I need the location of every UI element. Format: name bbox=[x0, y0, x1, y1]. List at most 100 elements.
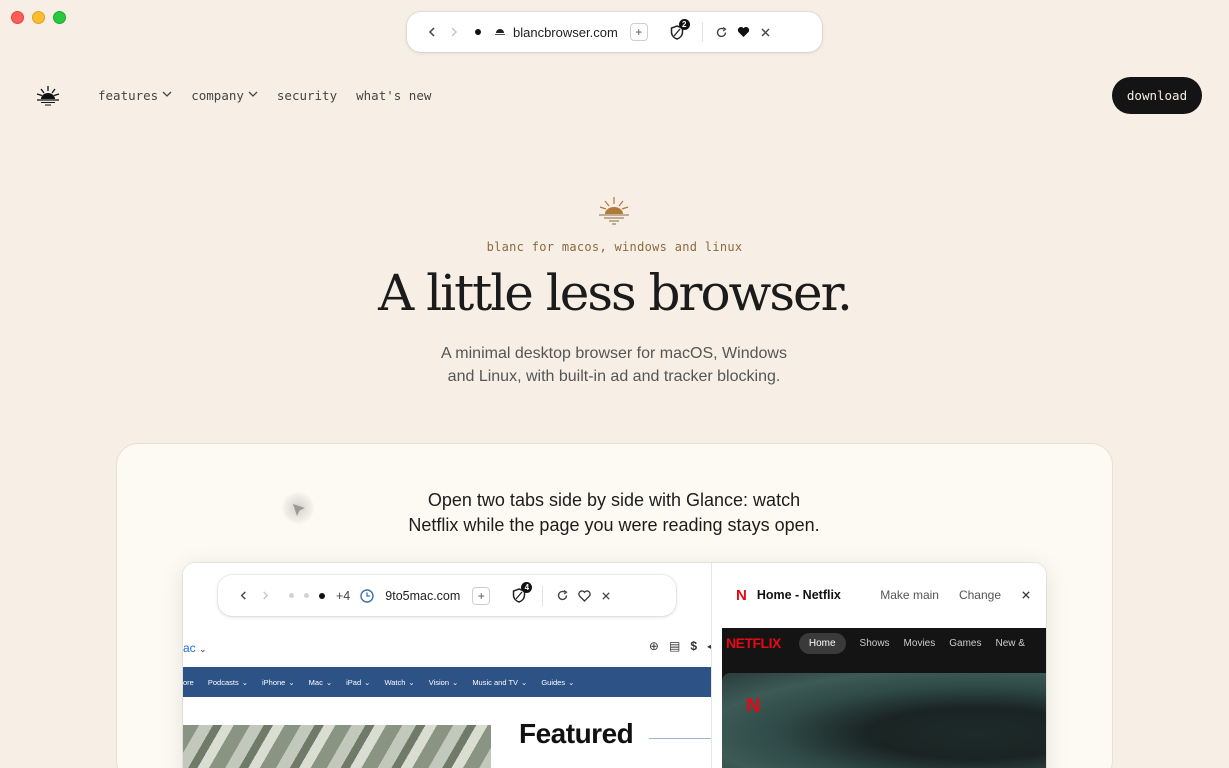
site-nav-item-label: Mac bbox=[308, 677, 323, 687]
maximize-window-button[interactable] bbox=[53, 11, 66, 24]
toolbar-divider bbox=[701, 22, 703, 42]
blanc-logo-icon[interactable] bbox=[36, 84, 60, 108]
site-nav-item[interactable]: Vision ⌄ bbox=[429, 678, 459, 687]
glance-tab-pane: N Home - Netflix Make main Change NETFLI… bbox=[711, 563, 1046, 768]
chevron-down-icon: ⌄ bbox=[364, 677, 371, 687]
site-logo-text: ac bbox=[183, 641, 196, 655]
heart-icon[interactable] bbox=[733, 21, 755, 43]
active-tab-dot[interactable] bbox=[475, 29, 481, 35]
hero-title: A little less browser. bbox=[378, 264, 853, 322]
nav-whats-new[interactable]: what's new bbox=[356, 88, 431, 103]
site-nav-item-label: Podcasts bbox=[207, 677, 239, 687]
cursor-arrow-icon bbox=[293, 504, 305, 516]
article-image[interactable] bbox=[183, 725, 491, 768]
site-nav-item[interactable]: ore bbox=[183, 678, 194, 687]
chevron-down-icon: ⌄ bbox=[568, 677, 575, 687]
back-icon[interactable] bbox=[232, 585, 254, 607]
browser-demo-window: +4 9to5mac.com + 4 ac ⌄ ⊕ ▤ $ ore Podcas… bbox=[183, 563, 1046, 768]
heart-outline-icon[interactable] bbox=[573, 585, 595, 607]
site-nav-item[interactable]: iPhone ⌄ bbox=[262, 678, 295, 687]
back-icon[interactable] bbox=[421, 21, 443, 43]
netflix-hero-banner[interactable]: N bbox=[722, 673, 1046, 768]
extra-tabs-count[interactable]: +4 bbox=[336, 589, 350, 603]
site-nav-item[interactable]: iPad ⌄ bbox=[346, 678, 370, 687]
site-nav-item-label: iPad bbox=[346, 677, 362, 687]
close-window-button[interactable] bbox=[11, 11, 24, 24]
site-header: ac ⌄ ⊕ ▤ $ ◀ bbox=[183, 639, 711, 659]
site-nav-item-label: Music and TV bbox=[472, 677, 519, 687]
chevron-down-icon: ⌄ bbox=[241, 677, 248, 687]
netflix-logo[interactable]: NETFLIX bbox=[726, 635, 781, 651]
main-nav: features company security what's new bbox=[98, 88, 431, 103]
hero-description-line-2: and Linux, with built-in ad and tracker … bbox=[447, 367, 781, 385]
tab-dot[interactable] bbox=[289, 593, 294, 598]
chevron-down-icon: ⌄ bbox=[199, 644, 207, 654]
tracker-shield-button[interactable]: 2 bbox=[670, 18, 690, 40]
clock-icon bbox=[360, 588, 374, 603]
browser-url-bar: blancbrowser.com + 2 bbox=[407, 12, 822, 52]
netflix-nav: NETFLIX Home Shows Movies Games New & bbox=[722, 628, 1046, 658]
netflix-nav-home[interactable]: Home bbox=[798, 632, 846, 654]
reload-icon[interactable] bbox=[711, 21, 733, 43]
site-nav-item[interactable]: Guides ⌄ bbox=[541, 678, 574, 687]
demo-url-text[interactable]: 9to5mac.com bbox=[385, 589, 460, 603]
minimize-window-button[interactable] bbox=[32, 11, 45, 24]
forward-icon[interactable] bbox=[443, 21, 465, 43]
netflix-nav-shows[interactable]: Shows bbox=[860, 638, 890, 649]
forward-icon[interactable] bbox=[254, 585, 276, 607]
tracker-shield-button[interactable]: 4 bbox=[512, 582, 533, 603]
new-tab-button[interactable]: + bbox=[629, 23, 648, 41]
toolbar-divider bbox=[542, 585, 544, 606]
make-main-button[interactable]: Make main bbox=[880, 588, 939, 602]
demo-url-bar: +4 9to5mac.com + 4 bbox=[218, 575, 676, 616]
tab-dot[interactable] bbox=[304, 593, 309, 598]
chevron-down-icon bbox=[248, 90, 258, 101]
site-header-icons: ⊕ ▤ $ ◀ bbox=[649, 639, 711, 653]
chevron-down-icon: ⌄ bbox=[452, 677, 459, 687]
site-nav-bar: ore Podcasts ⌄ iPhone ⌄ Mac ⌄ iPad ⌄ Watch ⌄ … bbox=[183, 667, 711, 697]
tracker-count-badge: 2 bbox=[678, 18, 690, 30]
chat-icon[interactable]: ▤ bbox=[669, 639, 680, 653]
showcase-caption: Open two tabs side by side with Glance: … bbox=[360, 488, 868, 538]
add-circle-icon[interactable]: ⊕ bbox=[649, 639, 659, 653]
left-tab-pane: +4 9to5mac.com + 4 ac ⌄ ⊕ ▤ $ ore Podcas… bbox=[183, 563, 711, 768]
dollar-icon[interactable]: $ bbox=[690, 639, 697, 653]
site-nav-item[interactable]: Podcasts ⌄ bbox=[208, 678, 248, 687]
chevron-down-icon: ⌄ bbox=[288, 677, 295, 687]
close-tab-icon[interactable] bbox=[755, 21, 777, 43]
site-logo[interactable]: ac ⌄ bbox=[183, 641, 207, 655]
site-nav-item-label: Guides bbox=[541, 677, 566, 687]
change-button[interactable]: Change bbox=[959, 588, 1001, 602]
download-button[interactable]: download bbox=[1112, 77, 1202, 114]
close-tab-icon[interactable] bbox=[595, 585, 617, 607]
nav-company[interactable]: company bbox=[191, 88, 258, 103]
site-nav-item-label: Watch bbox=[384, 677, 406, 687]
netflix-nav-games[interactable]: Games bbox=[949, 638, 981, 649]
new-tab-button[interactable]: + bbox=[472, 586, 491, 605]
netflix-nav-new[interactable]: New & bbox=[995, 638, 1024, 649]
site-nav-item[interactable]: Music and TV ⌄ bbox=[472, 678, 527, 687]
url-text[interactable]: blancbrowser.com bbox=[513, 25, 618, 40]
sunrise-icon bbox=[599, 197, 629, 225]
site-favicon-icon bbox=[495, 27, 505, 37]
hero-eyebrow: blanc for macos, windows and linux bbox=[486, 240, 743, 254]
close-glance-icon[interactable] bbox=[1021, 590, 1031, 600]
site-nav-item-label: Vision bbox=[428, 677, 450, 687]
active-tab-dot[interactable] bbox=[319, 592, 325, 599]
hero-description-line-1: A minimal desktop browser for macOS, Win… bbox=[441, 345, 787, 362]
netflix-n-icon: N bbox=[746, 695, 761, 717]
featured-heading: Featured bbox=[519, 718, 634, 749]
nav-features-label: features bbox=[98, 88, 159, 103]
site-nav-item[interactable]: Watch ⌄ bbox=[384, 678, 414, 687]
nav-features[interactable]: features bbox=[98, 88, 172, 103]
chevron-down-icon: ⌄ bbox=[408, 677, 415, 687]
nav-security[interactable]: security bbox=[277, 88, 337, 103]
netflix-nav-movies[interactable]: Movies bbox=[904, 638, 936, 649]
reload-icon[interactable] bbox=[551, 585, 573, 607]
nav-company-label: company bbox=[191, 88, 244, 103]
chevron-down-icon bbox=[162, 90, 172, 101]
glance-header: N Home - Netflix Make main Change bbox=[712, 563, 1046, 627]
window-controls bbox=[11, 11, 66, 24]
hero-description: A minimal desktop browser for macOS, Win… bbox=[414, 343, 814, 388]
site-nav-item[interactable]: Mac ⌄ bbox=[309, 678, 332, 687]
